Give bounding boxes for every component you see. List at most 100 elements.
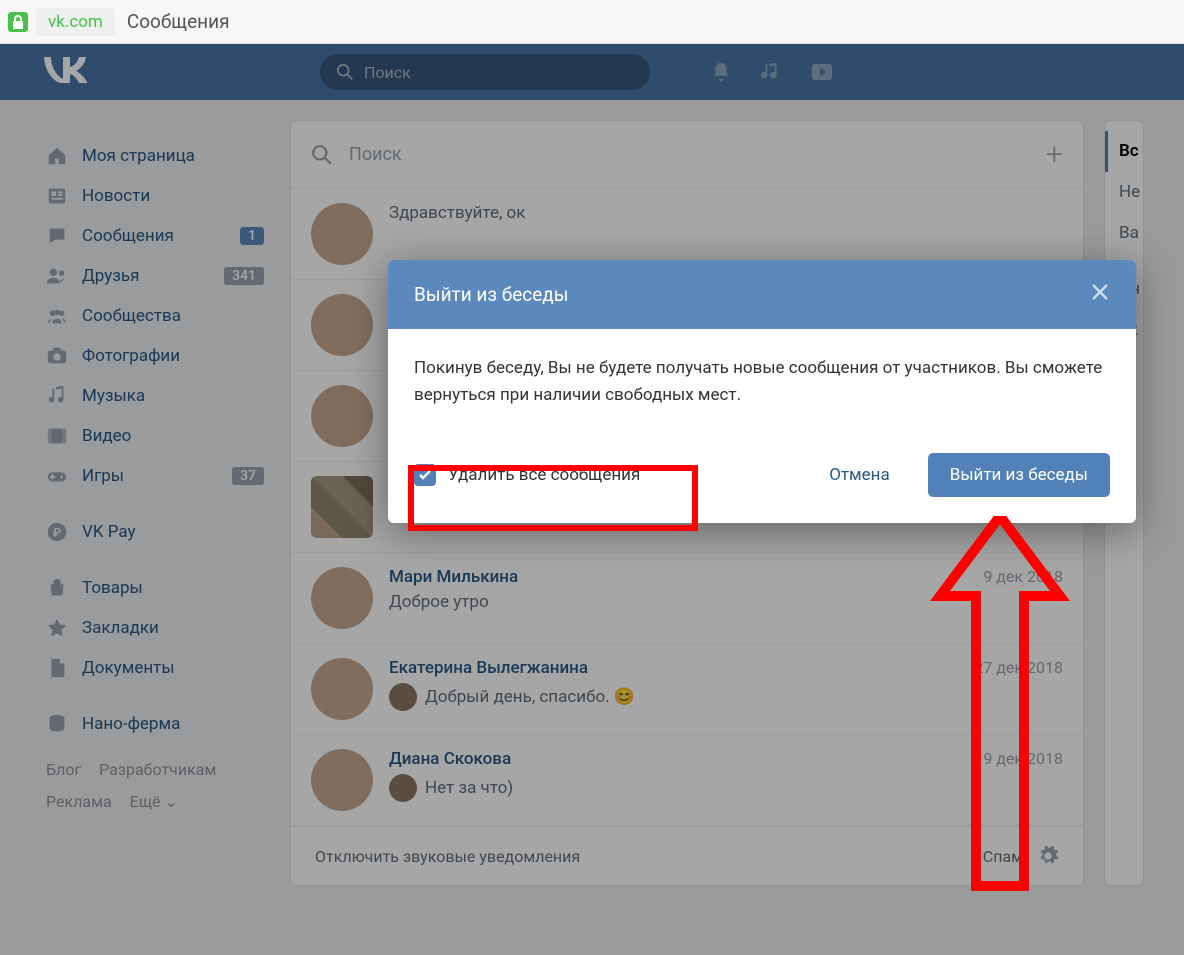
- delete-all-checkbox[interactable]: Удалить все сообщения: [414, 464, 640, 486]
- conversation-preview: Здравствуйте, ок: [389, 203, 1047, 223]
- gamepad-icon: [46, 465, 68, 487]
- checkbox-label: Удалить все сообщения: [448, 465, 640, 485]
- conversation-row[interactable]: Екатерина Вылегжанина Добрый день, спаси…: [291, 644, 1083, 735]
- conversation-name: Диана Скокова: [389, 749, 967, 769]
- sidebar-badge: 37: [232, 467, 264, 485]
- cancel-button[interactable]: Отмена: [811, 455, 908, 495]
- sidebar-item-label: Игры: [82, 466, 124, 486]
- doc-icon: [46, 657, 68, 679]
- home-icon: [46, 145, 68, 167]
- lock-icon: [8, 12, 28, 32]
- mute-link[interactable]: Отключить звуковые уведомления: [315, 847, 580, 866]
- filter-tab[interactable]: Ва: [1119, 213, 1143, 254]
- conversation-row[interactable]: Диана Скокова Нет за что) 9 дек 2018: [291, 735, 1083, 826]
- conversation-name: Мари Милькина: [389, 567, 967, 587]
- avatar: [311, 385, 373, 447]
- sidebar-item-label: Видео: [82, 426, 131, 446]
- users-icon: [46, 265, 68, 287]
- conversation-date: 9 дек 2018: [983, 567, 1063, 586]
- checkbox-icon: [414, 464, 436, 486]
- header-search[interactable]: Поиск: [320, 54, 650, 90]
- modal-body: Покинув беседу, Вы не будете получать но…: [388, 329, 1136, 435]
- conversation-preview: Доброе утро: [389, 592, 967, 612]
- sidebar-item-label: Музыка: [82, 386, 145, 406]
- conversation-preview: Добрый день, спасибо. 😊: [389, 683, 958, 711]
- sidebar-item[interactable]: Музыка: [40, 376, 270, 416]
- filter-tab[interactable]: Вс: [1105, 131, 1143, 172]
- sidebar-item[interactable]: Фотографии: [40, 336, 270, 376]
- sidebar-item[interactable]: Новости: [40, 176, 270, 216]
- bell-icon[interactable]: [710, 61, 732, 83]
- sidebar-item-label: Закладки: [82, 618, 159, 638]
- spam-link[interactable]: Спам: [983, 847, 1023, 866]
- sidebar-item-label: Сообщества: [82, 306, 181, 326]
- avatar: [311, 567, 373, 629]
- confirm-button[interactable]: Выйти из беседы: [928, 453, 1110, 497]
- conversation-date: 9 дек 2018: [983, 749, 1063, 768]
- sidebar-item-label: VK Pay: [82, 522, 136, 542]
- page-title: Сообщения: [127, 10, 230, 33]
- messages-search[interactable]: Поиск +: [291, 121, 1083, 189]
- footer-link[interactable]: Ещё ⌄: [130, 792, 178, 811]
- avatar: [311, 749, 373, 811]
- leave-chat-modal: Выйти из беседы Покинув беседу, Вы не бу…: [388, 260, 1136, 523]
- mini-avatar: [389, 774, 417, 802]
- new-chat-button[interactable]: +: [1046, 137, 1063, 172]
- conversation-row[interactable]: Мари Милькина Доброе утро 9 дек 2018: [291, 553, 1083, 644]
- url-host: vk.com: [36, 8, 115, 36]
- sidebar-item[interactable]: ₽ VK Pay: [40, 512, 270, 552]
- chat-icon: [46, 225, 68, 247]
- svg-text:₽: ₽: [53, 526, 61, 540]
- sidebar-item-label: Нано-ферма: [82, 714, 180, 734]
- mini-avatar: [389, 683, 417, 711]
- vk-logo[interactable]: [40, 53, 90, 91]
- sidebar-item-label: Фотографии: [82, 346, 180, 366]
- sidebar-item[interactable]: Видео: [40, 416, 270, 456]
- avatar: [311, 658, 373, 720]
- sidebar-item[interactable]: Нано-ферма: [40, 704, 270, 744]
- camera-icon: [46, 345, 68, 367]
- sidebar-item[interactable]: Сообщества: [40, 296, 270, 336]
- db-icon: [46, 713, 68, 735]
- ruble-icon: ₽: [46, 521, 68, 543]
- sidebar-item-label: Товары: [82, 578, 143, 598]
- footer-link[interactable]: Блог: [46, 760, 81, 779]
- footer-links: Блог Разработчикам Реклама Ещё ⌄: [40, 744, 270, 828]
- sidebar-item[interactable]: Игры 37: [40, 456, 270, 496]
- sidebar-badge: 341: [224, 267, 264, 285]
- sidebar-item[interactable]: Друзья 341: [40, 256, 270, 296]
- footer-link[interactable]: Реклама: [46, 792, 112, 811]
- sidebar-item-label: Документы: [82, 658, 175, 678]
- sidebar-item[interactable]: Моя страница: [40, 136, 270, 176]
- sidebar-item[interactable]: Документы: [40, 648, 270, 688]
- sidebar-item[interactable]: Товары: [40, 568, 270, 608]
- newspaper-icon: [46, 185, 68, 207]
- sidebar-item-label: Моя страница: [82, 146, 195, 166]
- browser-address-bar: vk.com Сообщения: [0, 0, 1184, 44]
- conversation-name: Екатерина Вылегжанина: [389, 658, 958, 678]
- sidebar-item[interactable]: Закладки: [40, 608, 270, 648]
- sidebar: Моя страница Новости Сообщения 1 Друзья 341 Со…: [40, 120, 270, 886]
- sidebar-badge: 1: [240, 227, 264, 245]
- avatar: [311, 294, 373, 356]
- vk-header: Поиск: [0, 44, 1184, 100]
- sidebar-item-label: Новости: [82, 186, 150, 206]
- modal-header: Выйти из беседы: [388, 260, 1136, 329]
- music-icon[interactable]: [760, 61, 782, 83]
- bag-icon: [46, 577, 68, 599]
- sidebar-item-label: Сообщения: [82, 226, 174, 246]
- footer-link[interactable]: Разработчикам: [99, 760, 216, 779]
- sidebar-item[interactable]: Сообщения 1: [40, 216, 270, 256]
- group-icon: [46, 305, 68, 327]
- gear-icon[interactable]: [1037, 845, 1059, 867]
- filter-tab[interactable]: Не: [1119, 172, 1143, 213]
- sidebar-item-label: Друзья: [82, 266, 139, 286]
- close-icon[interactable]: [1090, 282, 1110, 307]
- messages-footer: Отключить звуковые уведомления Спам: [291, 826, 1083, 885]
- play-icon[interactable]: [810, 60, 834, 84]
- conversation-date: 27 дек 2018: [974, 658, 1063, 677]
- messages-search-placeholder: Поиск: [349, 144, 402, 165]
- avatar: [311, 476, 373, 538]
- conversation-preview: Нет за что): [389, 774, 967, 802]
- star-icon: [46, 617, 68, 639]
